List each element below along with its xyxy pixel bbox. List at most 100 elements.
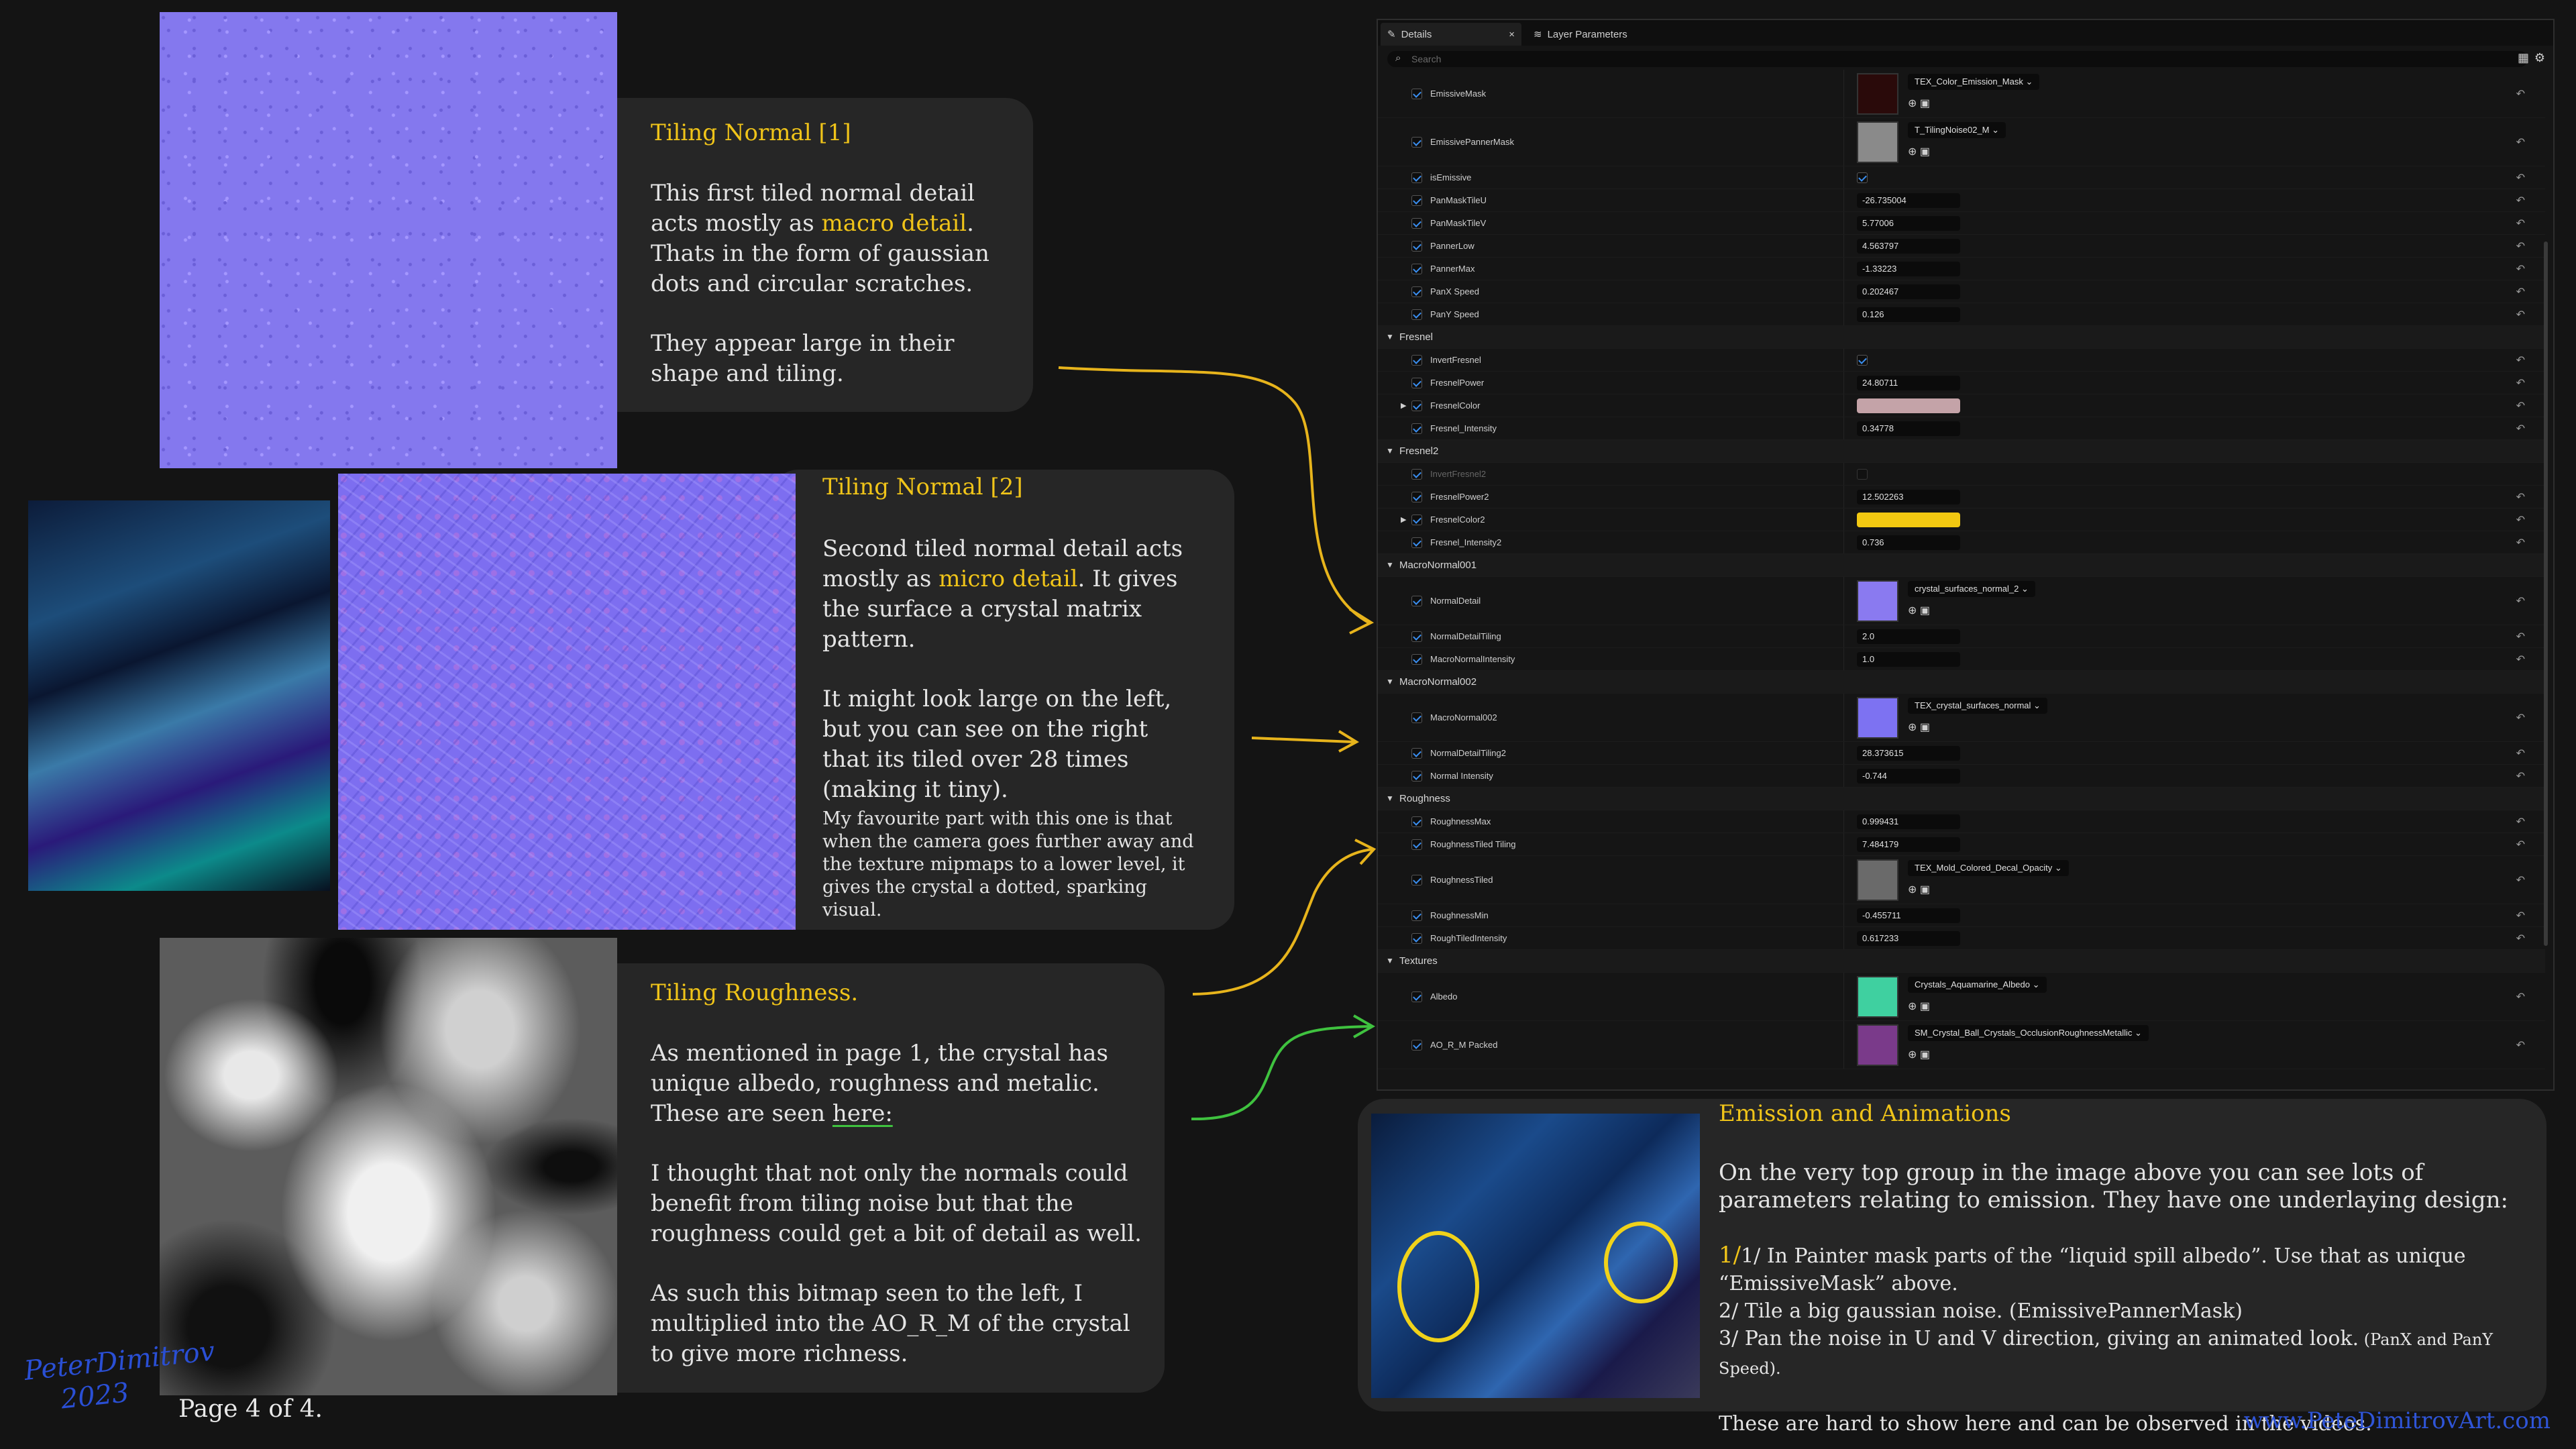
value-field[interactable]: 0.736	[1857, 535, 1960, 550]
group-header[interactable]: ▼ MacroNormal001	[1378, 554, 2545, 577]
collapse-arrow-icon[interactable]: ▼	[1386, 560, 1394, 570]
reset-to-default-icon[interactable]: ↶	[2516, 769, 2525, 783]
reset-to-default-icon[interactable]: ↶	[2516, 194, 2525, 207]
collapse-arrow-icon[interactable]: ▼	[1386, 332, 1394, 341]
color-swatch[interactable]	[1857, 513, 1960, 527]
value-field[interactable]: -0.744	[1857, 769, 1960, 784]
reset-to-default-icon[interactable]: ↶	[2516, 285, 2525, 299]
grid-view-icon[interactable]: ▦	[2518, 51, 2529, 65]
reset-to-default-icon[interactable]: ↶	[2516, 136, 2525, 149]
asset-actions-icon[interactable]: ⊕ ▣	[1908, 145, 1930, 158]
override-checkbox[interactable]	[1411, 839, 1422, 850]
value-field[interactable]: -1.33223	[1857, 262, 1960, 276]
value-field[interactable]: 0.34778	[1857, 421, 1960, 436]
collapse-arrow-icon[interactable]: ▼	[1386, 956, 1394, 965]
override-checkbox[interactable]	[1411, 631, 1422, 642]
asset-actions-icon[interactable]: ⊕ ▣	[1908, 604, 1930, 617]
override-checkbox[interactable]	[1411, 933, 1422, 944]
value-field[interactable]: 0.126	[1857, 307, 1960, 322]
override-checkbox[interactable]	[1411, 991, 1422, 1002]
override-checkbox[interactable]	[1411, 816, 1422, 827]
override-checkbox[interactable]	[1411, 596, 1422, 606]
reset-to-default-icon[interactable]: ↶	[2516, 422, 2525, 435]
override-checkbox[interactable]	[1411, 286, 1422, 297]
reset-to-default-icon[interactable]: ↶	[2516, 873, 2525, 887]
value-field[interactable]: 28.373615	[1857, 746, 1960, 761]
reset-to-default-icon[interactable]: ↶	[2516, 354, 2525, 367]
override-checkbox[interactable]	[1411, 910, 1422, 921]
override-checkbox[interactable]	[1411, 469, 1422, 480]
override-checkbox[interactable]	[1411, 89, 1422, 99]
value-field[interactable]: 24.80711	[1857, 376, 1960, 390]
reset-to-default-icon[interactable]: ↶	[2516, 815, 2525, 828]
asset-picker[interactable]: SM_Crystal_Ball_Crystals_OcclusionRoughn…	[1908, 1025, 2149, 1041]
color-swatch[interactable]	[1857, 398, 1960, 413]
value-checkbox[interactable]	[1857, 172, 1868, 183]
asset-actions-icon[interactable]: ⊕ ▣	[1908, 1000, 1930, 1013]
override-checkbox[interactable]	[1411, 264, 1422, 274]
texture-thumbnail[interactable]	[1857, 73, 1898, 115]
asset-picker[interactable]: TEX_crystal_surfaces_normal ⌄	[1908, 698, 2047, 714]
value-field[interactable]: 7.484179	[1857, 837, 1960, 852]
override-checkbox[interactable]	[1411, 492, 1422, 502]
override-checkbox[interactable]	[1411, 172, 1422, 183]
reset-to-default-icon[interactable]: ↶	[2516, 490, 2525, 504]
override-checkbox[interactable]	[1411, 748, 1422, 759]
asset-actions-icon[interactable]: ⊕ ▣	[1908, 1048, 1930, 1061]
value-field[interactable]: 5.77006	[1857, 216, 1960, 231]
override-checkbox[interactable]	[1411, 423, 1422, 434]
asset-picker[interactable]: TEX_Mold_Colored_Decal_Opacity ⌄	[1908, 860, 2069, 876]
override-checkbox[interactable]	[1411, 218, 1422, 229]
value-field[interactable]: 2.0	[1857, 629, 1960, 644]
close-icon[interactable]: ×	[1509, 29, 1515, 40]
override-checkbox[interactable]	[1411, 378, 1422, 388]
value-field[interactable]: -0.455711	[1857, 908, 1960, 923]
group-header[interactable]: ▼ Textures	[1378, 950, 2545, 973]
reset-to-default-icon[interactable]: ↶	[2516, 171, 2525, 184]
reset-to-default-icon[interactable]: ↶	[2516, 536, 2525, 549]
asset-picker[interactable]: TEX_Color_Emission_Mask ⌄	[1908, 74, 2040, 90]
override-checkbox[interactable]	[1411, 241, 1422, 252]
texture-thumbnail[interactable]	[1857, 697, 1898, 739]
reset-to-default-icon[interactable]: ↶	[2516, 909, 2525, 922]
reset-to-default-icon[interactable]: ↶	[2516, 399, 2525, 413]
override-checkbox[interactable]	[1411, 309, 1422, 320]
value-field[interactable]: 0.999431	[1857, 814, 1960, 829]
value-field[interactable]: 1.0	[1857, 652, 1960, 667]
value-field[interactable]: 12.502263	[1857, 490, 1960, 504]
reset-to-default-icon[interactable]: ↶	[2516, 711, 2525, 724]
reset-to-default-icon[interactable]: ↶	[2516, 990, 2525, 1004]
website-link[interactable]: www.PeteDimitrovArt.com	[2244, 1407, 2551, 1434]
reset-to-default-icon[interactable]: ↶	[2516, 630, 2525, 643]
value-field[interactable]: 0.617233	[1857, 931, 1960, 946]
value-field[interactable]: -26.735004	[1857, 193, 1960, 208]
asset-picker[interactable]: T_TilingNoise02_M ⌄	[1908, 122, 2006, 138]
group-header[interactable]: ▼ Fresnel	[1378, 326, 2545, 349]
override-checkbox[interactable]	[1411, 771, 1422, 782]
texture-thumbnail[interactable]	[1857, 580, 1898, 622]
override-checkbox[interactable]	[1411, 195, 1422, 206]
override-checkbox[interactable]	[1411, 1040, 1422, 1051]
value-checkbox[interactable]	[1857, 355, 1868, 366]
value-checkbox[interactable]	[1857, 469, 1868, 480]
group-header[interactable]: ▼ Fresnel2	[1378, 440, 2545, 463]
collapse-arrow-icon[interactable]: ▼	[1386, 794, 1394, 803]
reset-to-default-icon[interactable]: ↶	[2516, 513, 2525, 527]
group-header[interactable]: ▼ MacroNormal002	[1378, 671, 2545, 694]
reset-to-default-icon[interactable]: ↶	[2516, 594, 2525, 608]
override-checkbox[interactable]	[1411, 400, 1422, 411]
gear-icon[interactable]: ⚙	[2534, 51, 2545, 65]
texture-thumbnail[interactable]	[1857, 976, 1898, 1018]
texture-thumbnail[interactable]	[1857, 1024, 1898, 1066]
override-checkbox[interactable]	[1411, 137, 1422, 148]
scrollbar[interactable]	[2544, 241, 2548, 946]
override-checkbox[interactable]	[1411, 537, 1422, 548]
reset-to-default-icon[interactable]: ↶	[2516, 376, 2525, 390]
reset-to-default-icon[interactable]: ↶	[2516, 87, 2525, 101]
reset-to-default-icon[interactable]: ↶	[2516, 932, 2525, 945]
texture-thumbnail[interactable]	[1857, 121, 1898, 163]
asset-actions-icon[interactable]: ⊕ ▣	[1908, 720, 1930, 734]
reset-to-default-icon[interactable]: ↶	[2516, 838, 2525, 851]
collapse-arrow-icon[interactable]: ▼	[1386, 446, 1394, 455]
tab-details[interactable]: ✎ Details ×	[1381, 23, 1521, 46]
